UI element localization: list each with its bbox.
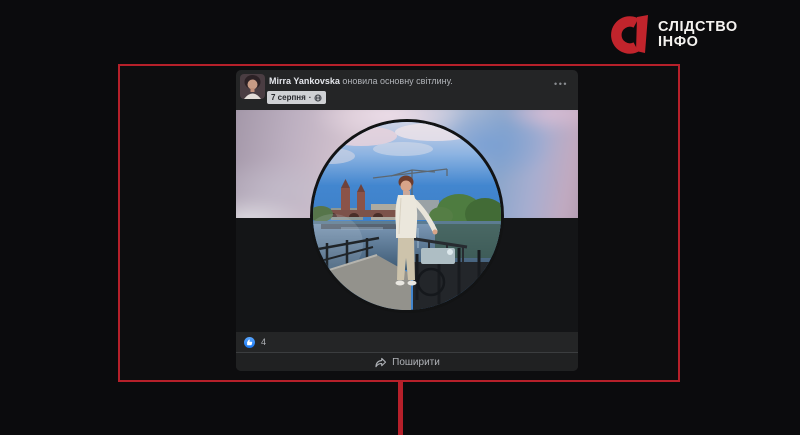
post-action-text: оновила основну світлину.	[342, 76, 452, 86]
logo-line2: ІНФО	[658, 35, 738, 50]
timestamp: 7 серпня	[271, 93, 306, 102]
logo-wordmark: СЛІДСТВО ІНФО	[658, 20, 738, 50]
profile-photo-riverside-scene	[313, 122, 501, 310]
profile-photo-circle[interactable]	[310, 119, 504, 313]
globe-icon	[314, 94, 322, 102]
logo-line1: СЛІДСТВО	[658, 20, 738, 35]
avatar-portrait-icon	[240, 74, 265, 99]
dot-separator: ·	[309, 93, 312, 102]
facebook-post: Mirra Yankovska оновила основну світлину…	[236, 70, 578, 371]
author-name[interactable]: Mirra Yankovska	[269, 76, 340, 86]
share-arrow-icon	[374, 356, 387, 369]
callout-line	[398, 381, 403, 435]
timestamp-chip[interactable]: 7 серпня ·	[267, 91, 326, 104]
avatar[interactable]	[240, 74, 265, 99]
ellipsis-icon[interactable]: •••	[554, 79, 568, 89]
reaction-count: 4	[261, 337, 266, 347]
share-button[interactable]: Поширити	[236, 353, 578, 371]
post-header: Mirra Yankovska оновила основну світлину…	[236, 70, 578, 110]
post-photo-area[interactable]	[236, 110, 578, 332]
promo-graphic: { "page": { "background": "#0b0b0d", "ac…	[0, 0, 800, 435]
reactions-row[interactable]: 4	[236, 332, 578, 352]
share-label: Поширити	[392, 357, 440, 368]
thumbs-up-icon[interactable]	[244, 337, 255, 348]
si-monogram-icon	[604, 15, 650, 55]
post-title: Mirra Yankovska оновила основну світлину…	[269, 76, 453, 86]
slidstvo-info-logo: СЛІДСТВО ІНФО	[604, 15, 738, 55]
